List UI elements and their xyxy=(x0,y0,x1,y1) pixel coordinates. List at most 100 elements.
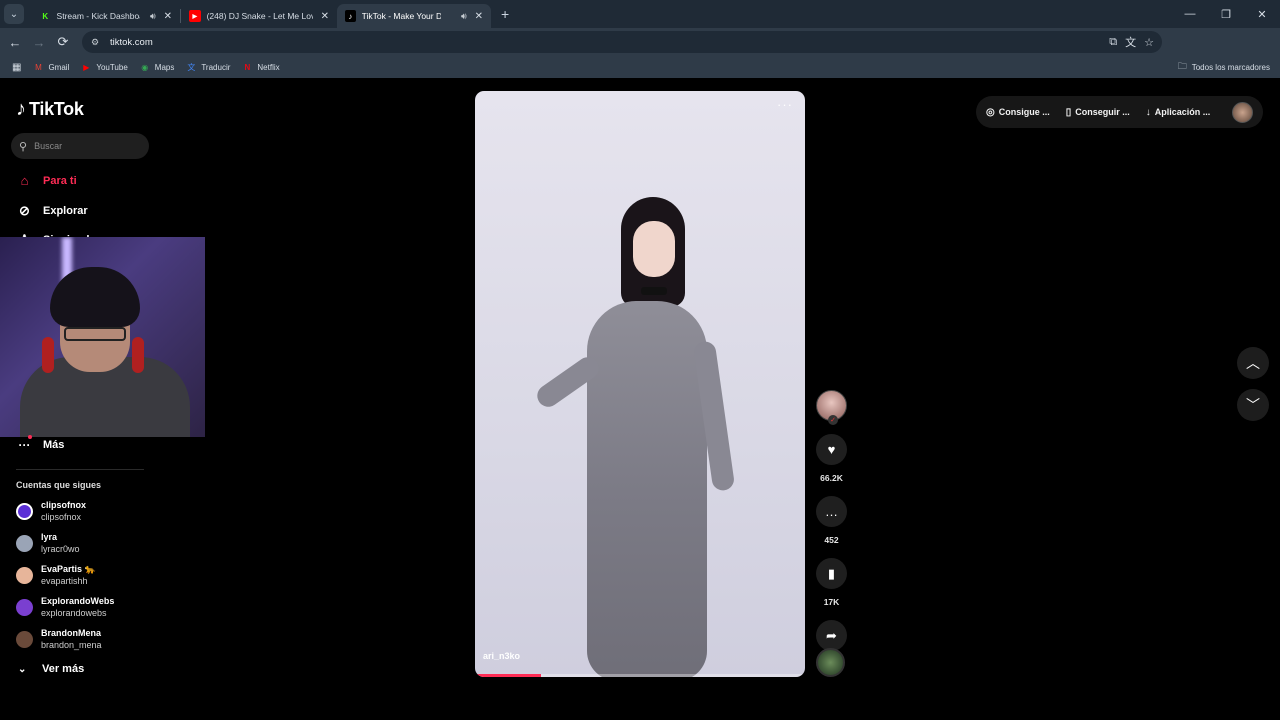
speaker-icon[interactable]: 🔊︎ xyxy=(461,11,467,22)
avatar xyxy=(16,534,33,552)
desktop-app-button[interactable]: ↓ Aplicación ... xyxy=(1146,107,1211,118)
follow-check-icon[interactable]: ✓ xyxy=(828,415,838,425)
forward-icon[interactable]: → xyxy=(27,35,51,50)
avatar xyxy=(16,502,33,520)
phone-icon: ▯ xyxy=(1065,106,1072,118)
bookmark-netflix[interactable]: N Netflix xyxy=(242,62,280,72)
see-more-label: Ver más xyxy=(42,663,85,675)
bookmark-maps[interactable]: ◉ Maps xyxy=(140,62,175,72)
avatar xyxy=(16,598,33,616)
nav-label: Más xyxy=(43,439,65,451)
tab-search-button[interactable]: ⌄ xyxy=(4,4,24,24)
chevron-down-icon: ⌄ xyxy=(18,663,27,675)
save-count: 17K xyxy=(823,597,840,607)
account-explorandowebs[interactable]: ExplorandoWebs explorandowebs xyxy=(16,595,114,619)
previous-video-button[interactable]: ︿ xyxy=(1237,347,1269,379)
account-clipsofnox[interactable]: clipsofnox clipsofnox xyxy=(16,499,86,523)
comment-count: 452 xyxy=(824,535,839,545)
tiktok-logo[interactable]: ♪ TikTok xyxy=(16,98,84,121)
action-label: Consigue ... xyxy=(998,107,1050,117)
action-label: Conseguir ... xyxy=(1075,107,1130,117)
home-icon: ⌂ xyxy=(20,173,29,188)
nav-mas[interactable]: ··· Más xyxy=(16,435,65,452)
progress-fill xyxy=(475,674,541,677)
webcam-overlay xyxy=(0,237,205,437)
tab-youtube[interactable]: ▶ (248) DJ Snake - Let Me Love Yo ✕ xyxy=(181,4,337,28)
user-avatar[interactable] xyxy=(1232,102,1253,123)
nav-para-ti[interactable]: ⌂ Para ti xyxy=(16,172,77,189)
creator-avatar[interactable]: ✓ xyxy=(816,390,847,425)
account-evapartis[interactable]: EvaPartis 🐆 evapartishh xyxy=(16,563,96,587)
video-player[interactable]: ··· ari_n3ko xyxy=(475,91,805,677)
bookmark-youtube[interactable]: ▶ YouTube xyxy=(81,62,128,72)
speaker-icon[interactable]: 🔊︎ xyxy=(150,11,156,22)
save-action: ▮ 17K xyxy=(816,558,847,607)
bookmark-label: Maps xyxy=(154,62,175,72)
search-icon: ⚲ xyxy=(19,140,28,153)
bookmark-star-icon[interactable]: ☆ xyxy=(1144,36,1154,49)
bookmark-label: YouTube xyxy=(96,62,128,72)
headphone-right xyxy=(132,337,144,373)
more-options-icon[interactable]: ··· xyxy=(777,97,793,112)
avatar xyxy=(16,566,33,584)
video-progress-bar[interactable] xyxy=(475,674,805,677)
following-title: Cuentas que sigues xyxy=(16,480,102,490)
search-input[interactable]: ⚲ Buscar xyxy=(11,133,149,159)
get-app-button[interactable]: ▯ Conseguir ... xyxy=(1066,107,1130,118)
install-app-icon[interactable]: ⧉ xyxy=(1109,36,1117,49)
site-info-icon[interactable]: ⚙ xyxy=(88,35,102,49)
nav-label: Explorar xyxy=(43,204,88,217)
close-window-icon[interactable]: ✕ xyxy=(1244,8,1280,21)
translate-icon[interactable]: 文 xyxy=(1125,34,1136,50)
account-name: BrandonMena xyxy=(41,628,102,638)
top-actions-bar: ◎ Consigue ... ▯ Conseguir ... ↓ Aplicac… xyxy=(976,96,1263,128)
bookmark-traducir[interactable]: 文 Traducir xyxy=(186,62,230,72)
apps-icon[interactable]: ▦ xyxy=(12,62,21,73)
face xyxy=(633,221,675,277)
close-icon[interactable]: ✕ xyxy=(164,11,172,22)
new-tab-button[interactable]: + xyxy=(501,6,509,22)
hair xyxy=(50,267,140,327)
maps-icon: ◉ xyxy=(141,62,149,72)
back-icon[interactable]: ← xyxy=(3,35,27,50)
share-icon[interactable]: ➦ xyxy=(816,620,847,651)
account-brandonmena[interactable]: BrandonMena brandon_mena xyxy=(16,627,102,651)
bookmark-icon[interactable]: ▮ xyxy=(816,558,847,589)
get-coins-button[interactable]: ◎ Consigue ... xyxy=(986,107,1050,118)
tiktok-note-icon: ♪ xyxy=(16,98,26,120)
account-lyra[interactable]: lyra lyracr0wo xyxy=(16,531,80,555)
youtube-icon: ▶ xyxy=(189,10,201,22)
all-bookmarks[interactable]: 🗀︎ Todos los marcadores xyxy=(1178,59,1270,75)
comment-icon[interactable]: … xyxy=(816,496,847,527)
close-icon[interactable]: ✕ xyxy=(321,11,329,22)
next-video-button[interactable]: ﹀ xyxy=(1237,389,1269,421)
logo-text: TikTok xyxy=(29,99,84,119)
compass-icon: ⊘ xyxy=(19,202,30,218)
minimize-icon[interactable]: — xyxy=(1172,8,1208,20)
tab-label: TikTok - Make Your Day xyxy=(361,11,441,21)
see-more-button[interactable]: ⌄ Ver más xyxy=(18,663,84,675)
url-text[interactable]: tiktok.com xyxy=(110,37,153,48)
tiktok-icon: ♪ xyxy=(345,10,356,22)
bookmark-label: Gmail xyxy=(48,62,70,72)
video-username[interactable]: ari_n3ko xyxy=(483,651,520,661)
close-icon[interactable]: ✕ xyxy=(475,11,483,22)
restore-icon[interactable]: ❐ xyxy=(1208,8,1244,21)
streamer-figure xyxy=(20,257,190,437)
music-disc-icon[interactable] xyxy=(816,648,845,677)
tab-tiktok[interactable]: ♪ TikTok - Make Your Day 🔊︎ ✕ xyxy=(337,4,491,28)
heart-icon[interactable]: ♥ xyxy=(816,434,847,465)
window-controls: — ❐ ✕ xyxy=(1172,0,1280,28)
account-name: ExplorandoWebs xyxy=(41,596,115,606)
tab-kick[interactable]: K Stream - Kick Dashboard 🔊︎ ✕ xyxy=(32,4,180,28)
reload-icon[interactable]: ⟳ xyxy=(51,34,75,50)
address-bar[interactable]: ⚙ tiktok.com ⧉ 文 ☆ xyxy=(82,31,1162,53)
avatar xyxy=(16,630,33,648)
account-name: EvaPartis 🐆 xyxy=(41,564,96,574)
bookmark-gmail[interactable]: M Gmail xyxy=(33,62,69,72)
nav-explorar[interactable]: ⊘ Explorar xyxy=(16,202,88,219)
bookmarks-bar: ▦ M Gmail ▶ YouTube ◉ Maps 文 Traducir N … xyxy=(0,56,1280,78)
tiktok-page: ♪ TikTok ⚲ Buscar ⌂ Para ti ⊘ Explorar ♙… xyxy=(0,80,1280,720)
nav-label: Para ti xyxy=(43,174,77,187)
coin-icon: ◎ xyxy=(986,106,995,118)
